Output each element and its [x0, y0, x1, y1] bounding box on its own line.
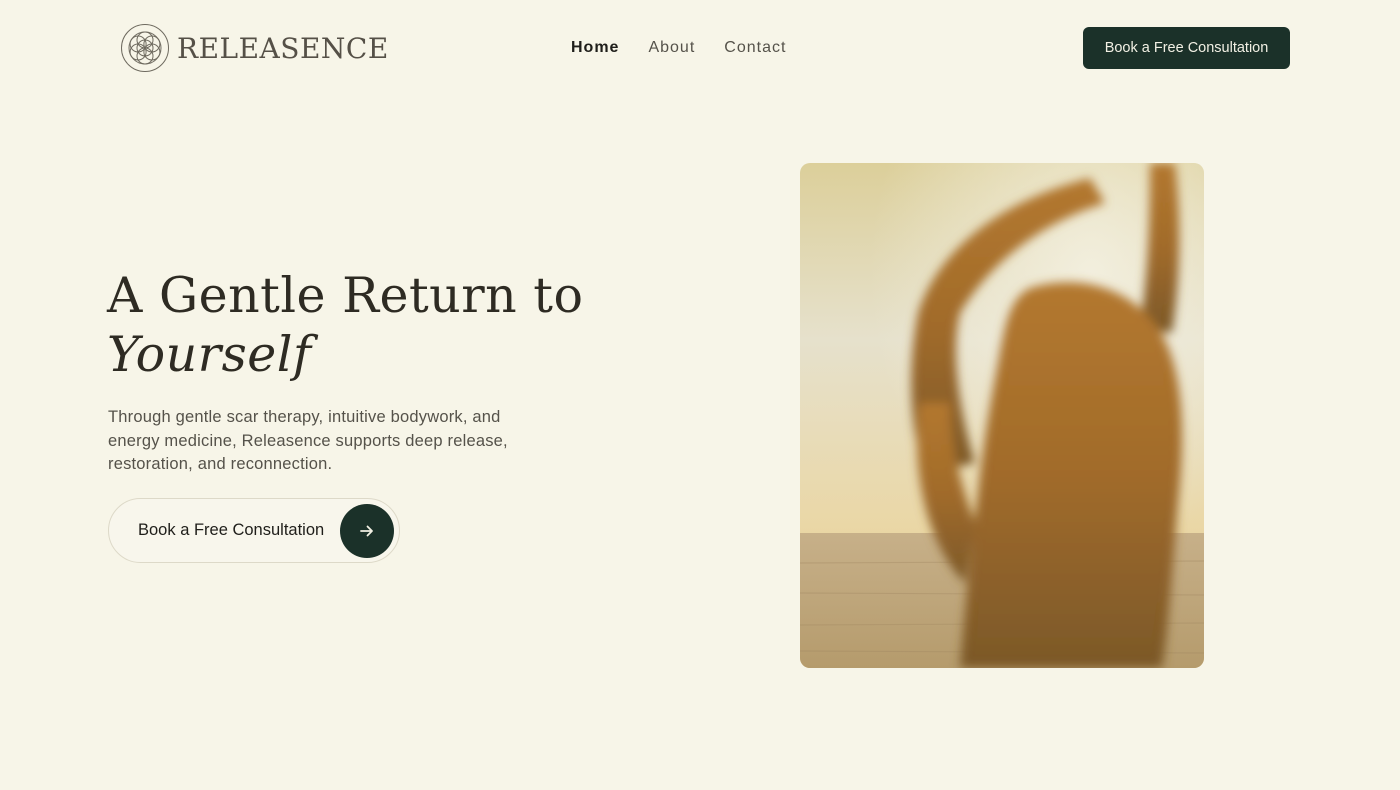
hero-cta-label: Book a Free Consultation — [138, 521, 325, 539]
nav-about[interactable]: About — [648, 39, 695, 57]
logo[interactable]: RELEASENCE — [120, 23, 389, 73]
hero-title: A Gentle Return to Yourself — [107, 266, 584, 384]
hero-subtitle: Through gentle scar therapy, intuitive b… — [108, 408, 508, 473]
nav-contact[interactable]: Contact — [724, 39, 786, 57]
arrow-circle[interactable] — [340, 504, 394, 558]
hero-book-consultation-button[interactable]: Book a Free Consultation — [108, 498, 400, 563]
nav-home[interactable]: Home — [571, 39, 619, 57]
page: RELEASENCE Home About Contact Book a Fre… — [0, 0, 1400, 790]
brand-name: RELEASENCE — [177, 31, 389, 65]
hero-title-line1: A Gentle Return to — [107, 267, 584, 324]
woman-silhouette-sunset-image — [800, 163, 1204, 668]
header-book-consultation-button[interactable]: Book a Free Consultation — [1083, 27, 1290, 69]
arrow-right-icon — [360, 525, 373, 537]
main-nav: Home About Contact — [571, 39, 786, 57]
hero-title-line2: Yourself — [107, 326, 312, 383]
flower-of-life-icon — [121, 24, 169, 72]
hero-image — [800, 163, 1204, 668]
